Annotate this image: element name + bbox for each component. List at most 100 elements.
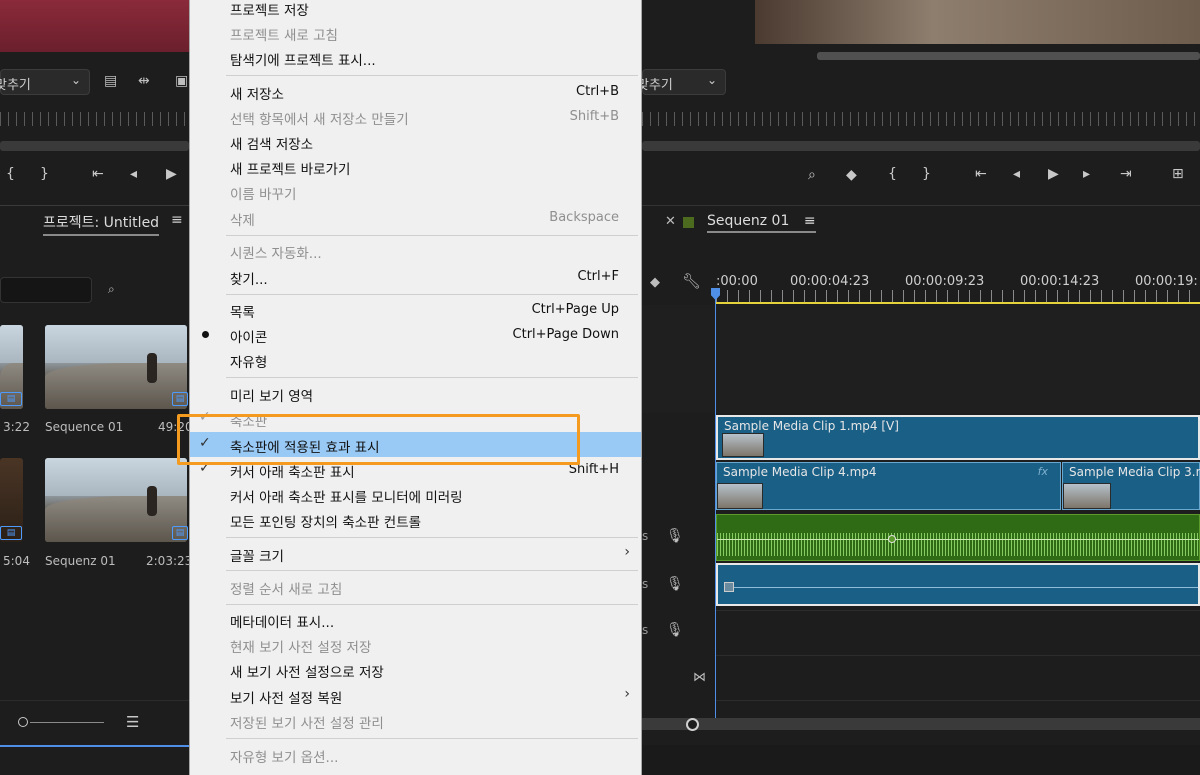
step-back-icon[interactable]: ◂ xyxy=(130,166,137,182)
sort-icon[interactable]: ☰ xyxy=(126,713,139,731)
fx-badge: fx xyxy=(1037,465,1048,478)
button-editor-icon[interactable]: ⊞ xyxy=(1172,166,1184,182)
panel-divider xyxy=(0,205,189,206)
overwrite-icon[interactable]: ▣ xyxy=(175,73,188,89)
menu-item-save-project[interactable]: 프로젝트 저장 xyxy=(190,0,641,20)
timeline-zoom-scrollbar[interactable] xyxy=(642,718,1200,730)
mark-out-icon[interactable]: } xyxy=(922,166,931,182)
go-to-in-icon[interactable]: ⇤ xyxy=(975,166,987,182)
program-scrollbar-lower[interactable] xyxy=(642,141,1200,151)
marker-icon[interactable]: ◆ xyxy=(846,167,857,183)
menu-item-metadata-display[interactable]: 메타데이터 표시... xyxy=(190,607,641,632)
tab-project[interactable]: 프로젝트: Untitled xyxy=(43,212,160,236)
timecode-2: 00:00:09:23 xyxy=(905,274,985,289)
microphone-icon[interactable]: 🎙︎ xyxy=(666,576,684,592)
menu-item-delete[interactable]: 삭제 Backspace xyxy=(190,205,641,230)
audio-clip-a1[interactable] xyxy=(716,514,1200,561)
program-monitor-video xyxy=(755,0,1200,44)
source-fit-dropdown[interactable]: 맞추기 ⌄ xyxy=(0,69,90,95)
timecode-4: 00:00:19: xyxy=(1135,274,1198,289)
clip-v-sample-1[interactable]: Sample Media Clip 1.mp4 [V] xyxy=(716,415,1200,460)
menu-item-label: 커서 아래 축소판 표시를 모니터에 미러링 xyxy=(230,490,463,506)
step-forward-icon[interactable]: ▸ xyxy=(1083,166,1090,182)
panel-menu-icon[interactable]: ≡ xyxy=(171,212,183,228)
film-icon[interactable]: ▤ xyxy=(104,73,117,89)
panel-menu-icon[interactable]: ≡ xyxy=(804,213,816,229)
menu-item-new-project-shortcut[interactable]: 새 프로젝트 바로가기 xyxy=(190,154,641,179)
menu-item-preview-area[interactable]: 미리 보기 영역 xyxy=(190,381,641,406)
clip-v-sample-4[interactable]: Sample Media Clip 4.mp4 fx xyxy=(716,462,1061,510)
menu-item-refresh-sort[interactable]: 정렬 순서 새로 고침 xyxy=(190,574,641,599)
export-frame-icon[interactable]: ⌕ xyxy=(808,167,816,183)
timecode-0: :00:00 xyxy=(716,274,758,289)
menu-item-list-view[interactable]: 목록 Ctrl+Page Up xyxy=(190,297,641,322)
program-scrollbar[interactable] xyxy=(817,52,1200,60)
project-search-input[interactable] xyxy=(0,277,92,303)
track-header-a1: s xyxy=(642,529,649,543)
menu-item-reveal-in-explorer[interactable]: 탐색기에 프로젝트 표시... xyxy=(190,45,641,70)
menu-item-refresh-project[interactable]: 프로젝트 새로 고침 xyxy=(190,20,641,45)
menu-item-icon-view[interactable]: 아이콘 Ctrl+Page Down xyxy=(190,322,641,347)
close-icon[interactable]: ✕ xyxy=(665,214,676,229)
mark-in-icon[interactable]: { xyxy=(888,166,897,182)
chevron-down-icon: ⌄ xyxy=(706,73,717,87)
menu-item-restore-view-preset[interactable]: 보기 사전 설정 복원 › xyxy=(190,683,641,708)
sequence-badge-icon: ▤ xyxy=(172,526,188,540)
work-area-bar[interactable] xyxy=(716,302,1200,304)
menu-item-font-size[interactable]: 글꼴 크기 › xyxy=(190,541,641,566)
menu-item-label: 선택 항목에서 새 저장소 만들기 xyxy=(230,112,409,128)
menu-item-new-search-bin[interactable]: 새 검색 저장소 xyxy=(190,129,641,154)
master-track-icon[interactable]: ⋈ xyxy=(693,670,706,685)
submenu-arrow-icon: › xyxy=(624,686,630,702)
mark-in-icon[interactable]: { xyxy=(6,166,15,182)
track-divider xyxy=(716,700,1200,701)
source-monitor-video xyxy=(0,0,190,52)
marker-icon[interactable]: ◆ xyxy=(650,275,660,290)
zoom-slider-track[interactable] xyxy=(30,722,104,723)
volume-rubberband[interactable] xyxy=(734,587,1198,588)
menu-item-label: 아이콘 xyxy=(230,330,268,346)
microphone-icon[interactable]: 🎙︎ xyxy=(666,622,684,638)
annotation-highlight-box xyxy=(177,414,580,465)
menu-item-label: 자유형 xyxy=(230,355,268,371)
audio-clip-a2[interactable] xyxy=(716,563,1200,606)
thumbnail-sequenz-01[interactable] xyxy=(45,458,187,542)
zoom-slider-handle[interactable] xyxy=(18,717,28,727)
clip-label: Sample Media Clip 4.mp4 xyxy=(723,465,877,479)
search-bin-icon[interactable]: ⌕ xyxy=(108,282,115,297)
menu-item-freeform-view-options[interactable]: 자유형 보기 옵션... xyxy=(190,742,641,767)
insert-icon[interactable]: ⇹ xyxy=(138,73,150,89)
menu-item-find[interactable]: 찾기... Ctrl+F xyxy=(190,264,641,289)
play-icon[interactable]: ▶ xyxy=(166,166,177,182)
play-icon[interactable]: ▶ xyxy=(1048,166,1059,182)
menu-item-thumbnail-controls[interactable]: 모든 포인팅 장치의 축소판 컨트롤 xyxy=(190,507,641,532)
step-back-icon[interactable]: ◂ xyxy=(1013,166,1020,182)
menu-item-rename[interactable]: 이름 바꾸기 xyxy=(190,179,641,204)
wrench-icon[interactable]: 🔧︎ xyxy=(682,272,701,290)
menu-separator xyxy=(226,294,638,295)
menu-item-new-bin-from-selection[interactable]: 선택 항목에서 새 저장소 만들기 Shift+B xyxy=(190,104,641,129)
menu-item-save-as-new-view-preset[interactable]: 새 보기 사전 설정으로 저장 xyxy=(190,657,641,682)
timeline-ruler[interactable] xyxy=(716,290,1200,302)
timeline-zoom-handle[interactable] xyxy=(686,718,699,731)
clip-v-sample-3[interactable]: Sample Media Clip 3.m xyxy=(1062,462,1200,510)
menu-item-mirror-hover-scrub[interactable]: 커서 아래 축소판 표시를 모니터에 미러링 xyxy=(190,482,641,507)
thumbnail-sequence-01[interactable] xyxy=(45,325,187,409)
menu-item-save-view-preset[interactable]: 현재 보기 사전 설정 저장 xyxy=(190,632,641,657)
menu-item-manage-view-presets[interactable]: 저장된 보기 사전 설정 관리 xyxy=(190,708,641,733)
menu-item-freeform-view[interactable]: 자유형 xyxy=(190,347,641,372)
source-scrollbar[interactable] xyxy=(0,141,189,151)
mark-out-icon[interactable]: } xyxy=(40,166,49,182)
tab-sequenz-01[interactable]: Sequenz 01 ≡ xyxy=(707,213,816,233)
keyframe[interactable] xyxy=(888,535,896,543)
program-fit-dropdown[interactable]: 맞추기 ⌄ xyxy=(637,69,726,95)
playhead-line[interactable] xyxy=(715,290,716,720)
microphone-icon[interactable]: 🎙︎ xyxy=(666,528,684,544)
menu-item-label: 목록 xyxy=(230,305,255,321)
menu-item-new-bin[interactable]: 새 저장소 Ctrl+B xyxy=(190,79,641,104)
go-to-in-icon[interactable]: ⇤ xyxy=(92,166,104,182)
go-to-out-icon[interactable]: ⇥ xyxy=(1120,166,1132,182)
menu-item-automate-to-sequence[interactable]: 시퀀스 자동화... xyxy=(190,238,641,263)
volume-rubberband[interactable] xyxy=(717,539,1199,540)
item-duration-partial: 3:22 xyxy=(3,420,30,434)
